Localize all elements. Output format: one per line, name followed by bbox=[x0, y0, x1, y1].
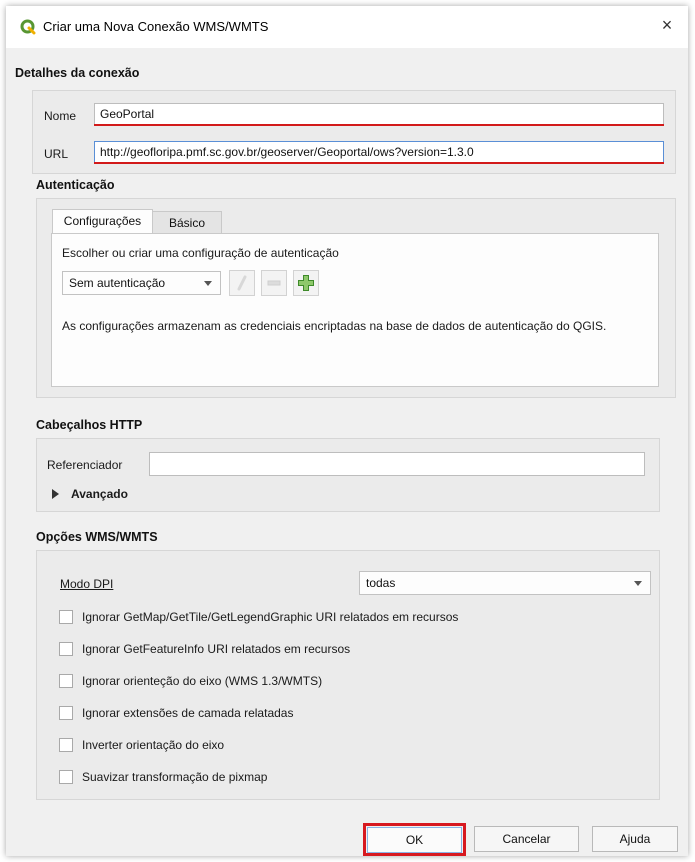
remove-config-button[interactable] bbox=[261, 270, 287, 296]
window-title: Criar uma Nova Conexão WMS/WMTS bbox=[43, 19, 269, 34]
url-label: URL bbox=[44, 147, 69, 161]
auth-choose-label: Escolher ou criar uma configuração de au… bbox=[62, 246, 339, 260]
tab-basico[interactable]: Básico bbox=[152, 211, 222, 235]
checkbox-box[interactable] bbox=[59, 610, 73, 624]
connection-group: Nome GeoPortal URL http://geofloripa.pmf… bbox=[32, 90, 676, 174]
checkbox-label: Suavizar transformação de pixmap bbox=[82, 770, 268, 784]
checkbox-label: Inverter orientação do eixo bbox=[82, 738, 225, 752]
dpi-mode-label: Modo DPI bbox=[60, 577, 114, 591]
checkbox-box[interactable] bbox=[59, 642, 73, 656]
url-required-underline bbox=[94, 162, 664, 164]
checkbox-label: Ignorar orienteção do eixo (WMS 1.3/WMTS… bbox=[82, 674, 323, 688]
wms-group: Modo DPI todas Ignorar GetMap/GetTile/Ge… bbox=[36, 550, 660, 800]
dpi-mode-select[interactable]: todas bbox=[359, 571, 651, 595]
checkbox-label: Ignorar GetFeatureInfo URI relatados em … bbox=[82, 642, 351, 656]
wms-section-title: Opções WMS/WMTS bbox=[36, 530, 158, 544]
referer-label: Referenciador bbox=[47, 458, 123, 472]
add-config-button[interactable] bbox=[293, 270, 319, 296]
connection-section-title: Detalhes da conexão bbox=[15, 66, 140, 80]
http-section-title: Cabeçalhos HTTP bbox=[36, 418, 143, 432]
checkbox-ignore-layer-extents[interactable]: Ignorar extensões de camada relatadas bbox=[59, 705, 619, 723]
qgis-logo-icon bbox=[20, 19, 36, 35]
checkbox-ignore-axis-orientation[interactable]: Ignorar orienteção do eixo (WMS 1.3/WMTS… bbox=[59, 673, 619, 691]
dpi-mode-value: todas bbox=[366, 576, 396, 590]
http-group: Referenciador Avançado bbox=[36, 438, 660, 512]
checkbox-box[interactable] bbox=[59, 738, 73, 752]
cancel-button[interactable]: Cancelar bbox=[474, 826, 579, 852]
auth-config-select[interactable]: Sem autenticação bbox=[62, 271, 221, 295]
edit-config-button[interactable] bbox=[229, 270, 255, 296]
triangle-right-icon bbox=[52, 489, 59, 499]
advanced-label: Avançado bbox=[71, 487, 128, 501]
tab-configuracoes[interactable]: Configurações bbox=[52, 209, 153, 234]
dialog-window: Criar uma Nova Conexão WMS/WMTS × Detalh… bbox=[6, 6, 688, 856]
minus-icon bbox=[267, 280, 281, 286]
close-icon[interactable]: × bbox=[656, 14, 678, 36]
checkbox-ignore-getmap[interactable]: Ignorar GetMap/GetTile/GetLegendGraphic … bbox=[59, 609, 619, 627]
referer-input[interactable] bbox=[149, 452, 645, 476]
checkbox-smooth-pixmap[interactable]: Suavizar transformação de pixmap bbox=[59, 769, 619, 787]
checkbox-box[interactable] bbox=[59, 674, 73, 688]
auth-group: Configurações Básico Escolher ou criar u… bbox=[36, 198, 676, 398]
name-label: Nome bbox=[44, 109, 77, 123]
checkbox-box[interactable] bbox=[59, 706, 73, 720]
chevron-down-icon bbox=[204, 281, 212, 286]
auth-config-value: Sem autenticação bbox=[69, 276, 166, 290]
auth-section-title: Autenticação bbox=[36, 178, 115, 192]
checkbox-label: Ignorar GetMap/GetTile/GetLegendGraphic … bbox=[82, 610, 459, 624]
checkbox-label: Ignorar extensões de camada relatadas bbox=[82, 706, 294, 720]
plus-icon bbox=[298, 275, 314, 291]
name-input[interactable]: GeoPortal bbox=[94, 103, 664, 125]
auth-info-text: As configurações armazenam as credenciai… bbox=[62, 319, 607, 333]
checkbox-box[interactable] bbox=[59, 770, 73, 784]
ok-button[interactable]: OK bbox=[367, 827, 462, 853]
checkbox-invert-axis[interactable]: Inverter orientação do eixo bbox=[59, 737, 619, 755]
title-bar: Criar uma Nova Conexão WMS/WMTS × bbox=[6, 6, 688, 48]
checkbox-ignore-getfeatureinfo[interactable]: Ignorar GetFeatureInfo URI relatados em … bbox=[59, 641, 619, 659]
url-input[interactable]: http://geofloripa.pmf.sc.gov.br/geoserve… bbox=[94, 141, 664, 163]
chevron-down-icon bbox=[634, 581, 642, 586]
help-button[interactable]: Ajuda bbox=[592, 826, 678, 852]
pencil-icon bbox=[237, 275, 247, 291]
auth-tab-pane: Escolher ou criar uma configuração de au… bbox=[51, 233, 659, 387]
name-required-underline bbox=[94, 124, 664, 126]
